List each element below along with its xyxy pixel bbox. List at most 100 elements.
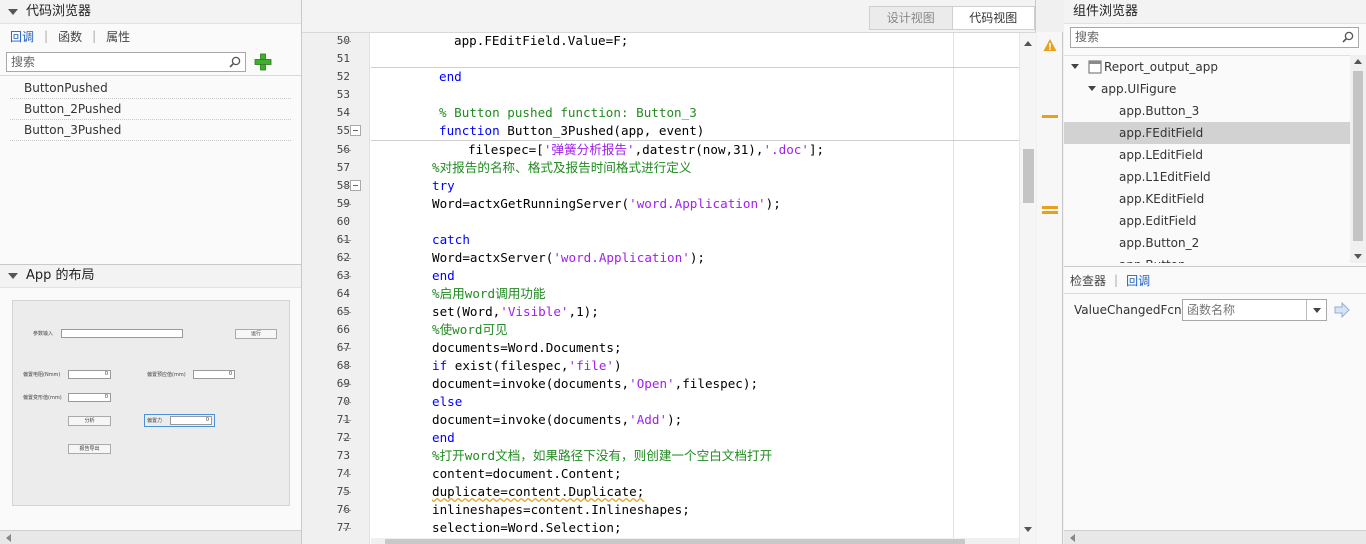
scroll-left-icon[interactable] xyxy=(1070,534,1075,542)
callback-item[interactable]: Button_3Pushed xyxy=(10,120,291,141)
collapse-icon[interactable] xyxy=(8,8,18,15)
breakpoint-slot[interactable] xyxy=(343,492,351,493)
code-line[interactable]: 68 if exist(filespec,'file') xyxy=(337,357,1019,375)
design-view-button[interactable]: 设计视图 xyxy=(870,7,952,29)
code-view-button[interactable]: 代码视图 xyxy=(951,7,1034,29)
scroll-up-icon[interactable] xyxy=(1354,59,1362,64)
expand-icon[interactable] xyxy=(1088,86,1096,91)
warning-marker[interactable] xyxy=(1042,206,1058,209)
tree-node[interactable]: app.Button xyxy=(1064,254,1350,263)
code-line[interactable]: 67 documents=Word.Documents; xyxy=(337,339,1019,357)
breakpoint-slot[interactable] xyxy=(343,402,351,403)
callback-function-select[interactable]: 函数名称 xyxy=(1182,299,1327,321)
breakpoint-slot[interactable] xyxy=(343,510,351,511)
callback-item[interactable]: ButtonPushed xyxy=(10,78,291,99)
code-line[interactable]: 74 content=document.Content; xyxy=(337,465,1019,483)
code-line[interactable]: 52 end xyxy=(337,68,1019,86)
tab-functions[interactable]: 函数 xyxy=(54,28,86,45)
breakpoint-slot[interactable] xyxy=(343,348,351,349)
breakpoint-slot[interactable] xyxy=(343,366,351,367)
code-line[interactable]: 66 %使word可见 xyxy=(337,321,1019,339)
scroll-down-icon[interactable] xyxy=(1354,254,1362,259)
code-browser-header[interactable]: 代码浏览器 xyxy=(0,0,301,24)
breakpoint-slot[interactable] xyxy=(343,528,351,529)
tree-node[interactable]: app.EditField xyxy=(1064,210,1350,232)
tree-node[interactable]: app.LEditField xyxy=(1064,144,1350,166)
scroll-thumb[interactable] xyxy=(1353,71,1363,241)
code-line[interactable]: 77 selection=Word.Selection; xyxy=(337,519,1019,537)
left-horizontal-scrollbar[interactable] xyxy=(0,530,301,544)
breakpoint-slot[interactable] xyxy=(343,204,351,205)
callback-item[interactable]: Button_2Pushed xyxy=(10,99,291,120)
code-editor[interactable]: 50 app.FEditField.Value=F; 51 52 end 53 xyxy=(302,32,1036,544)
code-line[interactable]: 76 inlineshapes=content.Inlineshapes; xyxy=(337,501,1019,519)
expand-icon[interactable] xyxy=(1071,64,1079,69)
code-line[interactable]: 51 xyxy=(337,50,1019,68)
code-line[interactable]: 63 end xyxy=(337,267,1019,285)
editor-vertical-scrollbar[interactable] xyxy=(1019,33,1036,544)
code-line[interactable]: 69 document=invoke(documents,'Open',file… xyxy=(337,375,1019,393)
collapse-icon[interactable] xyxy=(8,273,18,279)
code-line[interactable]: 72 end xyxy=(337,429,1019,447)
code-line[interactable]: 64 %启用word调用功能 xyxy=(337,285,1019,303)
breakpoint-slot[interactable] xyxy=(343,258,351,259)
code-line[interactable]: 73 %打开word文档，如果路径下没有，则创建一个空白文档打开 xyxy=(337,447,1019,465)
component-search-input[interactable]: 搜索 xyxy=(1070,27,1359,48)
warning-icon[interactable] xyxy=(1043,38,1057,52)
chevron-down-icon[interactable] xyxy=(1306,300,1326,320)
scroll-up-icon[interactable] xyxy=(1024,41,1032,46)
breakpoint-slot[interactable] xyxy=(343,438,351,439)
fold-toggle[interactable] xyxy=(350,125,361,136)
breakpoint-slot[interactable] xyxy=(343,41,351,42)
scroll-down-icon[interactable] xyxy=(1024,527,1032,532)
scroll-thumb[interactable] xyxy=(385,539,965,544)
code-line[interactable]: 60 xyxy=(337,213,1019,231)
app-layout-preview[interactable]: 参数输入 运行 偏置电阻(Nmm) 0 偏置预应值(mm) 0 偏置变形值(mm… xyxy=(12,300,290,506)
breakpoint-slot[interactable] xyxy=(343,150,351,151)
code-line[interactable]: 56 filespec=['弹簧分析报告',datestr(now,31),'.… xyxy=(337,141,1019,159)
tree-node[interactable]: app.Button_2 xyxy=(1064,232,1350,254)
code-line[interactable]: 54 % Button pushed function: Button_3 xyxy=(337,104,1019,122)
tab-callbacks[interactable]: 回调 xyxy=(6,28,38,45)
app-layout-header[interactable]: App 的布局 xyxy=(0,264,301,288)
code-line[interactable]: 57 %对报告的名称、格式及报告时间格式进行定义 xyxy=(337,159,1019,177)
tab-inspector[interactable]: 检查器 xyxy=(1070,272,1106,289)
code-line[interactable]: 70 else xyxy=(337,393,1019,411)
tree-node[interactable]: app.Button_3 xyxy=(1064,100,1350,122)
code-line[interactable]: 55 function Button_3Pushed(app, event) xyxy=(337,122,1019,140)
code-line[interactable]: 58 try xyxy=(337,177,1019,195)
code-line[interactable]: 71 document=invoke(documents,'Add'); xyxy=(337,411,1019,429)
add-callback-icon[interactable] xyxy=(254,53,272,71)
go-to-callback-icon[interactable] xyxy=(1333,302,1351,318)
callback-search-input[interactable]: 搜索 xyxy=(6,51,246,72)
scroll-left-icon[interactable] xyxy=(6,534,11,542)
right-horizontal-scrollbar[interactable] xyxy=(1064,530,1366,544)
scroll-thumb[interactable] xyxy=(1023,149,1034,203)
tab-callbacks[interactable]: 回调 xyxy=(1126,272,1150,289)
tree-node-root[interactable]: Report_output_app xyxy=(1064,56,1350,78)
tree-node-selected[interactable]: app.FEditField xyxy=(1064,122,1350,144)
code-line[interactable]: 75 duplicate=content.Duplicate; xyxy=(337,483,1019,501)
code-line[interactable]: 61 catch xyxy=(337,231,1019,249)
tree-node[interactable]: app.L1EditField xyxy=(1064,166,1350,188)
tree-node[interactable]: app.KEditField xyxy=(1064,188,1350,210)
tree-vertical-scrollbar[interactable] xyxy=(1350,55,1366,263)
fold-toggle[interactable] xyxy=(350,180,361,191)
code-line[interactable]: 59 Word=actxGetRunningServer('word.Appli… xyxy=(337,195,1019,213)
tab-properties[interactable]: 属性 xyxy=(102,28,134,45)
breakpoint-slot[interactable] xyxy=(343,240,351,241)
breakpoint-slot[interactable] xyxy=(343,474,351,475)
code-line[interactable]: 65 set(Word,'Visible',1); xyxy=(337,303,1019,321)
code-line[interactable]: 62 Word=actxServer('word.Application'); xyxy=(337,249,1019,267)
warning-marker[interactable] xyxy=(1042,115,1058,118)
breakpoint-slot[interactable] xyxy=(343,276,351,277)
code-area[interactable]: 50 app.FEditField.Value=F; 51 52 end 53 xyxy=(337,33,1019,544)
editor-horizontal-scrollbar[interactable] xyxy=(371,538,1019,544)
code-line[interactable]: 50 app.FEditField.Value=F; xyxy=(337,33,1019,50)
warning-marker[interactable] xyxy=(1042,211,1058,214)
code-line[interactable]: 53 xyxy=(337,86,1019,104)
breakpoint-slot[interactable] xyxy=(343,420,351,421)
breakpoint-slot[interactable] xyxy=(343,384,351,385)
breakpoint-slot[interactable] xyxy=(343,312,351,313)
tree-node-uifigure[interactable]: app.UIFigure xyxy=(1064,78,1350,100)
